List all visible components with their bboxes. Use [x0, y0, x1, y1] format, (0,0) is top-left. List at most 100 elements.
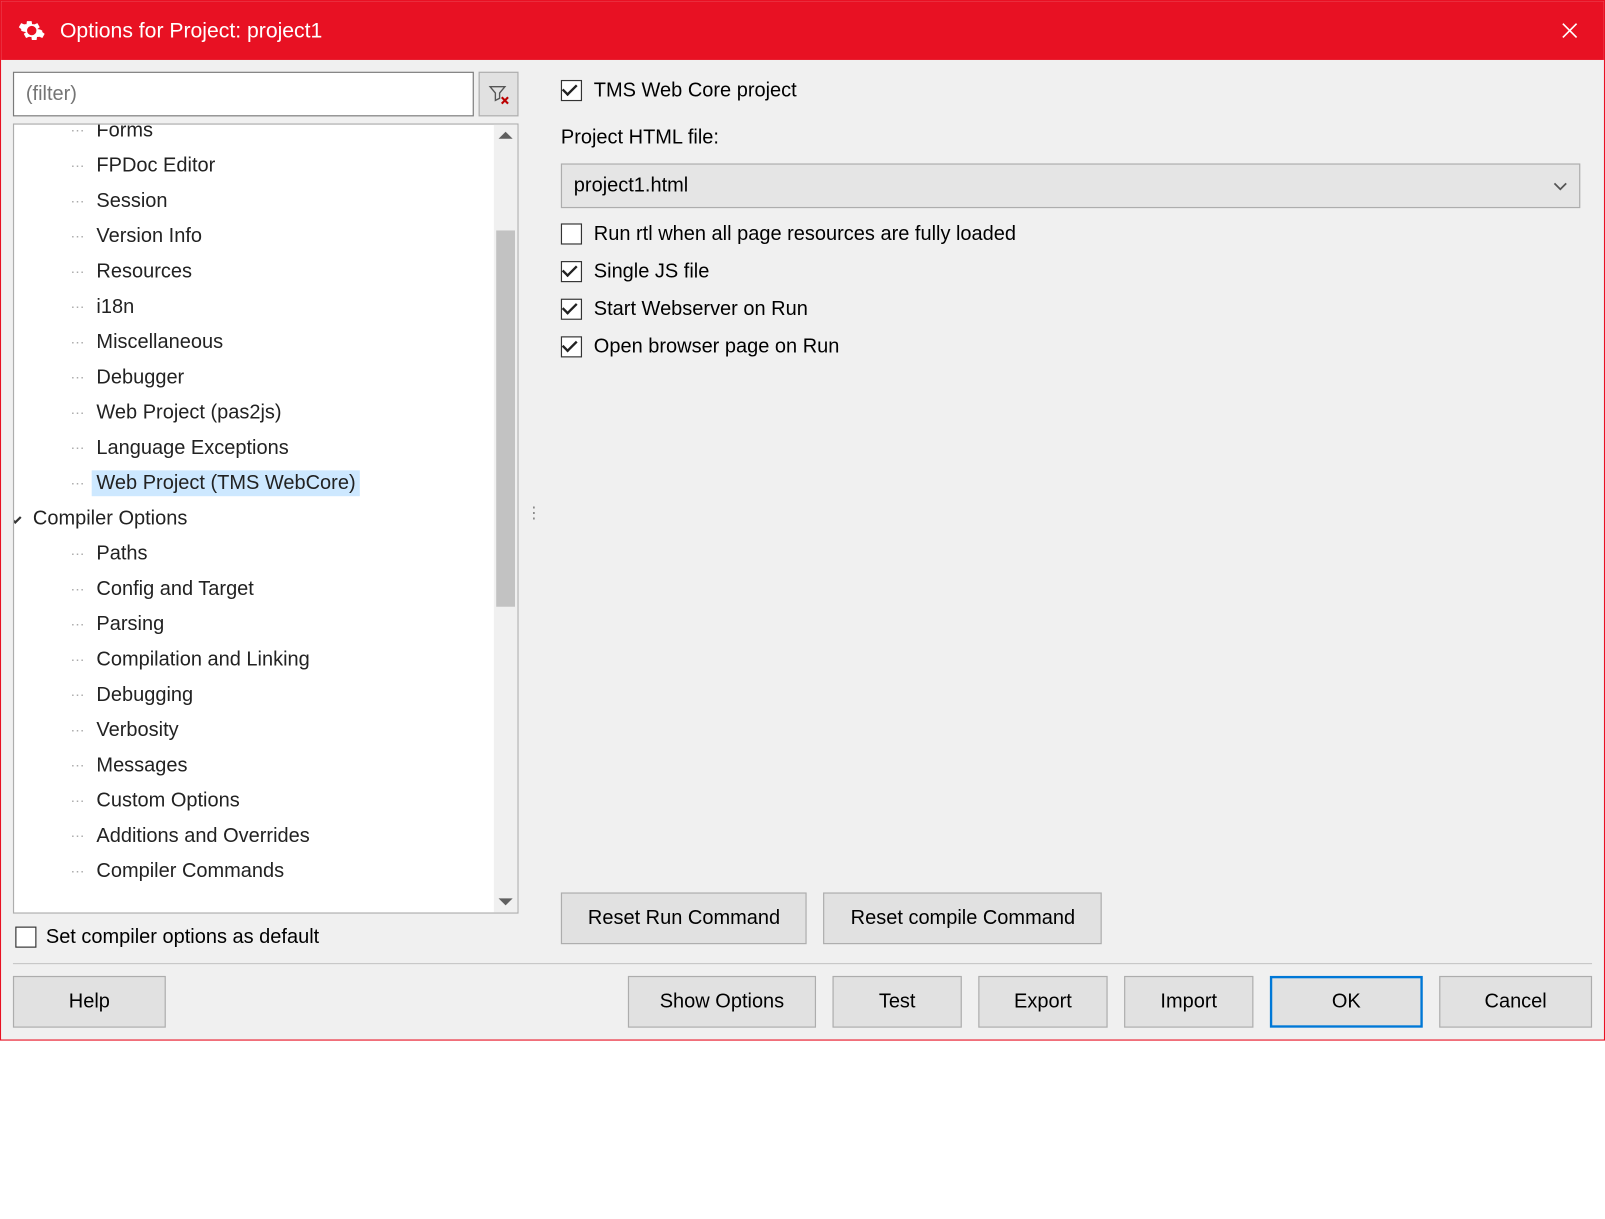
tree-scrollbar[interactable]	[494, 125, 518, 913]
splitter[interactable]	[530, 72, 537, 954]
tree-connector-icon: ⋯	[71, 263, 92, 281]
tms-webcore-checkbox[interactable]: TMS Web Core project	[561, 79, 1580, 103]
tree-item-label: Custom Options	[92, 788, 245, 814]
tree-item[interactable]: ⋯Compilation and Linking	[14, 642, 494, 677]
button-bar: Help Show Options Test Export Import OK …	[13, 963, 1592, 1028]
right-pane: TMS Web Core project Project HTML file: …	[549, 72, 1592, 954]
tree-item[interactable]: ⋯Verbosity	[14, 713, 494, 748]
tree-item[interactable]: ⋯Forms	[14, 125, 494, 149]
tree-item[interactable]: ⋯Paths	[14, 536, 494, 571]
tree-connector-icon: ⋯	[71, 827, 92, 845]
test-button[interactable]: Test	[832, 976, 961, 1028]
set-default-checkbox[interactable]: Set compiler options as default	[13, 921, 519, 954]
tree-connector-icon: ⋯	[71, 369, 92, 387]
reset-buttons: Reset Run Command Reset compile Command	[561, 883, 1580, 954]
tree-item[interactable]: ⋯Compiler Options	[14, 501, 494, 536]
tree-item-label: Miscellaneous	[92, 329, 228, 355]
chevron-down-icon	[1553, 174, 1567, 198]
export-button[interactable]: Export	[978, 976, 1107, 1028]
tree-connector-icon: ⋯	[71, 125, 92, 140]
tree-item[interactable]: ⋯Additions and Overrides	[14, 818, 494, 853]
tree-item-label: FPDoc Editor	[92, 153, 220, 179]
checkbox-icon	[561, 223, 582, 244]
tree-item[interactable]: ⋯Compiler Commands	[14, 854, 494, 889]
scrollbar-thumb[interactable]	[496, 230, 515, 606]
tree-item[interactable]: ⋯Resources	[14, 254, 494, 289]
tree-connector-icon: ⋯	[71, 333, 92, 351]
tree-connector-icon: ⋯	[71, 474, 92, 492]
import-button[interactable]: Import	[1124, 976, 1253, 1028]
tree-item[interactable]: ⋯Custom Options	[14, 783, 494, 818]
options-tree[interactable]: ⋯Forms⋯FPDoc Editor⋯Session⋯Version Info…	[13, 123, 519, 913]
tree-item-label: Additions and Overrides	[92, 823, 315, 849]
clear-filter-button[interactable]	[479, 72, 519, 117]
tree-item-label: Compiler Commands	[92, 858, 289, 884]
set-default-label: Set compiler options as default	[46, 925, 319, 949]
tree-item[interactable]: ⋯Language Exceptions	[14, 430, 494, 465]
run-rtl-checkbox[interactable]: Run rtl when all page resources are full…	[561, 222, 1580, 246]
checkbox-icon	[15, 927, 36, 948]
tree-item-label: i18n	[92, 294, 139, 320]
html-file-label: Project HTML file:	[561, 126, 1580, 150]
tree-connector-icon: ⋯	[71, 686, 92, 704]
html-file-combo[interactable]: project1.html	[561, 163, 1580, 208]
tree-item-label: Parsing	[92, 611, 169, 637]
open-browser-checkbox[interactable]: Open browser page on Run	[561, 335, 1580, 359]
reset-compile-button[interactable]: Reset compile Command	[824, 892, 1103, 944]
tree-item[interactable]: ⋯Parsing	[14, 607, 494, 642]
filter-input[interactable]	[13, 72, 474, 117]
window-title: Options for Project: project1	[60, 18, 1543, 43]
run-rtl-label: Run rtl when all page resources are full…	[594, 222, 1016, 246]
tree-connector-icon: ⋯	[71, 439, 92, 457]
tree-item[interactable]: ⋯Session	[14, 183, 494, 218]
cancel-button[interactable]: Cancel	[1439, 976, 1592, 1028]
tree-item[interactable]: ⋯Debugger	[14, 360, 494, 395]
show-options-button[interactable]: Show Options	[628, 976, 816, 1028]
tree-item[interactable]: ⋯Web Project (TMS WebCore)	[14, 466, 494, 501]
single-js-checkbox[interactable]: Single JS file	[561, 260, 1580, 284]
tree-item[interactable]: ⋯Messages	[14, 748, 494, 783]
reset-run-button[interactable]: Reset Run Command	[561, 892, 807, 944]
tree-item-label: Web Project (pas2js)	[92, 400, 287, 426]
tree-item[interactable]: ⋯i18n	[14, 289, 494, 324]
gear-icon	[18, 16, 46, 44]
tree-item[interactable]: ⋯FPDoc Editor	[14, 148, 494, 183]
tree-item[interactable]: ⋯Config and Target	[14, 571, 494, 606]
tree-connector-icon: ⋯	[71, 298, 92, 316]
start-ws-label: Start Webserver on Run	[594, 297, 808, 321]
help-button[interactable]: Help	[13, 976, 166, 1028]
options-dialog: Options for Project: project1	[0, 0, 1605, 1041]
tree-connector-icon: ⋯	[71, 228, 92, 246]
checkbox-icon	[561, 299, 582, 320]
tree-connector-icon: ⋯	[71, 757, 92, 775]
tree-connector-icon: ⋯	[71, 616, 92, 634]
tree-item[interactable]: ⋯Version Info	[14, 219, 494, 254]
ok-button[interactable]: OK	[1270, 976, 1423, 1028]
tree-item-label: Compilation and Linking	[92, 647, 315, 673]
tree-connector-icon: ⋯	[71, 192, 92, 210]
left-pane: ⋯Forms⋯FPDoc Editor⋯Session⋯Version Info…	[13, 72, 519, 954]
tree-item-label: Session	[92, 188, 173, 214]
tree-item[interactable]: ⋯Miscellaneous	[14, 325, 494, 360]
close-button[interactable]	[1543, 7, 1597, 54]
tree-item-label: Resources	[92, 259, 197, 285]
tree-connector-icon: ⋯	[71, 580, 92, 598]
tree-connector-icon: ⋯	[71, 721, 92, 739]
tree-item-label: Messages	[92, 753, 193, 779]
checkbox-icon	[561, 336, 582, 357]
tree-connector-icon: ⋯	[71, 651, 92, 669]
tree-item[interactable]: ⋯Debugging	[14, 677, 494, 712]
tree-item[interactable]: ⋯Web Project (pas2js)	[14, 395, 494, 430]
options-form: TMS Web Core project Project HTML file: …	[561, 79, 1580, 883]
upper-area: ⋯Forms⋯FPDoc Editor⋯Session⋯Version Info…	[13, 72, 1592, 954]
tree-item-label: Paths	[92, 541, 153, 567]
combo-value: project1.html	[574, 174, 688, 198]
open-browser-label: Open browser page on Run	[594, 335, 840, 359]
start-webserver-checkbox[interactable]: Start Webserver on Run	[561, 297, 1580, 321]
tree-connector-icon: ⋯	[71, 157, 92, 175]
checkbox-icon	[561, 261, 582, 282]
tree-item-label: Config and Target	[92, 576, 259, 602]
tree-item-label: Forms	[92, 125, 158, 144]
tree-connector-icon: ⋯	[71, 792, 92, 810]
tree-item-label: Debugger	[92, 365, 189, 391]
